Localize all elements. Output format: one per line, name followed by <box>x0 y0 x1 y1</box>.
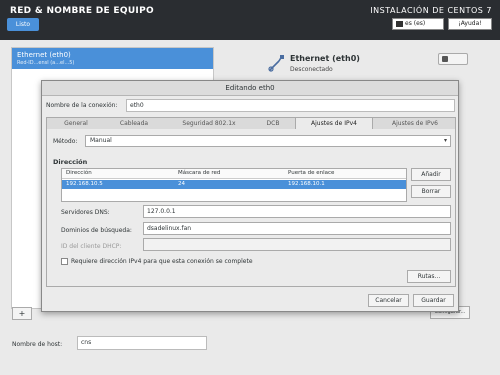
toggle-knob <box>442 56 448 62</box>
keyboard-layout-button[interactable]: es (es) <box>392 18 444 30</box>
chevron-down-icon: ▾ <box>443 137 447 144</box>
ipv4-settings-panel: Método: Manual ▾ Dirección Dirección Más… <box>46 129 456 287</box>
connection-name-field[interactable]: eth0 <box>126 99 455 112</box>
edit-connection-dialog: Editando eth0 Nombre de la conexión: eth… <box>41 80 459 312</box>
tab-dcb[interactable]: DCB <box>255 118 291 129</box>
cancel-button[interactable]: Cancelar <box>368 294 409 307</box>
dialog-title: Editando eth0 <box>42 81 458 96</box>
checkbox-icon <box>61 258 68 265</box>
dns-servers-field[interactable]: 127.0.0.1 <box>143 205 451 218</box>
delete-address-button[interactable]: Borrar <box>411 185 451 198</box>
tab-ipv4-settings[interactable]: Ajustes de IPv4 <box>295 118 373 129</box>
device-list-description: Red-ID...ensl (a...el...5) <box>17 60 75 66</box>
hostname-field[interactable]: cns <box>77 336 207 350</box>
device-list-name: Ethernet (eth0) <box>17 51 71 59</box>
tab-general[interactable]: General <box>51 118 101 129</box>
device-toggle-switch[interactable] <box>438 53 468 65</box>
cell-address: 192.168.10.5 <box>66 181 103 187</box>
help-button[interactable]: ¡Ayuda! <box>448 18 492 30</box>
keyboard-icon <box>396 20 403 27</box>
cell-gateway: 192.168.10.1 <box>288 181 325 187</box>
save-button[interactable]: Guardar <box>413 294 454 307</box>
hostname-label: Nombre de host: <box>12 341 63 348</box>
installer-title: INSTALACIÓN DE CENTOS 7 <box>370 6 492 15</box>
tab-8021x-security[interactable]: Seguridad 802.1x <box>167 118 251 129</box>
dns-servers-label: Servidores DNS: <box>61 209 110 216</box>
table-row[interactable]: 192.168.10.5 24 192.168.10.1 <box>62 180 406 189</box>
page-title: RED & NOMBRE DE EQUIPO <box>10 6 154 16</box>
device-status: Desconectado <box>290 66 333 73</box>
column-header-address: Dirección <box>66 170 92 176</box>
keyboard-layout-label: es (es) <box>405 20 426 27</box>
address-table[interactable]: Dirección Máscara de red Puerta de enlac… <box>61 168 407 202</box>
column-header-gateway: Puerta de enlace <box>288 170 335 176</box>
require-ipv4-checkbox[interactable]: Requiere dirección IPv4 para que esta co… <box>61 258 253 265</box>
address-table-header: Dirección Máscara de red Puerta de enlac… <box>62 169 406 179</box>
method-select[interactable]: Manual ▾ <box>85 135 451 147</box>
add-device-button[interactable]: + <box>12 307 32 320</box>
dhcp-client-id-label: ID del cliente DHCP: <box>61 243 122 250</box>
method-label: Método: <box>53 138 78 145</box>
installer-header: RED & NOMBRE DE EQUIPO Listo INSTALACIÓN… <box>0 0 500 40</box>
search-domains-label: Dominios de búsqueda: <box>61 227 132 234</box>
tab-wired[interactable]: Cableada <box>107 118 161 129</box>
cell-netmask: 24 <box>178 181 185 187</box>
connection-name-label: Nombre de la conexión: <box>46 102 118 109</box>
add-address-button[interactable]: Añadir <box>411 168 451 181</box>
column-header-netmask: Máscara de red <box>178 170 221 176</box>
done-button[interactable]: Listo <box>7 18 39 31</box>
method-value: Manual <box>90 137 112 144</box>
address-section-label: Dirección <box>53 158 88 166</box>
search-domains-field[interactable]: dsadelinux.fan <box>143 222 451 235</box>
network-cable-icon <box>268 55 284 72</box>
require-ipv4-label: Requiere dirección IPv4 para que esta co… <box>71 258 253 265</box>
device-name: Ethernet (eth0) <box>290 54 360 63</box>
list-item-eth0[interactable]: Ethernet (eth0) Red-ID...ensl (a...el...… <box>12 48 213 69</box>
tab-ipv6-settings[interactable]: Ajustes de IPv6 <box>377 118 453 129</box>
dhcp-client-id-field[interactable] <box>143 238 451 251</box>
routes-button[interactable]: Rutas... <box>407 270 451 283</box>
